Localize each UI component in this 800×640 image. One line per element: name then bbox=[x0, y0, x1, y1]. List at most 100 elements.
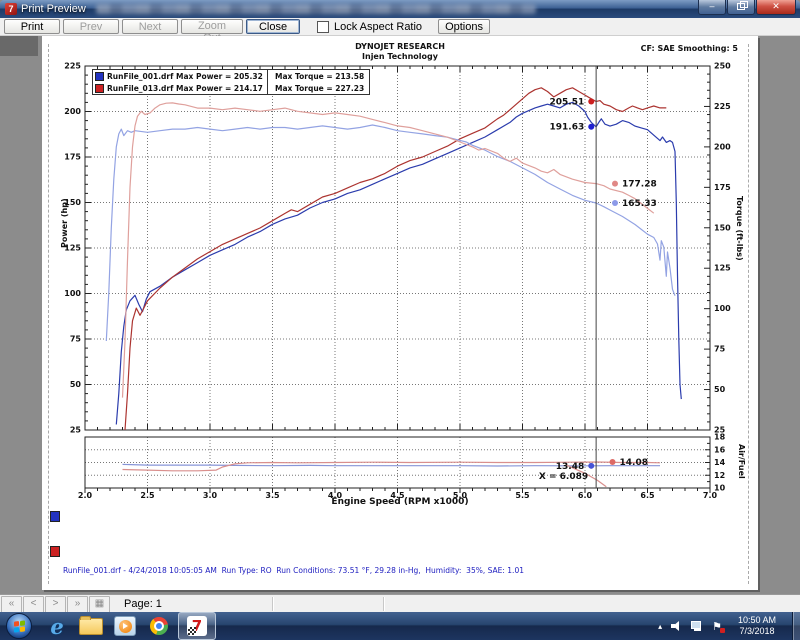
tick-label: 177.28 bbox=[622, 180, 657, 190]
tick-label: 12 bbox=[714, 471, 725, 480]
window-title: Print Preview bbox=[21, 3, 86, 15]
torque-axis-label: Torque (ft-lbs) bbox=[735, 196, 744, 261]
next-button[interactable]: Next bbox=[122, 19, 178, 34]
folder-icon bbox=[79, 618, 103, 635]
titlebar-redacted-text bbox=[96, 4, 536, 14]
legend-file-power: RunFile_013.drf Max Power = 214.17 bbox=[107, 84, 269, 93]
tick-label: 18 bbox=[714, 433, 726, 442]
last-page-button[interactable]: » bbox=[67, 596, 88, 613]
page-margin-line-left bbox=[48, 44, 49, 584]
legend-max-torque: Max Torque = 213.58 bbox=[269, 72, 364, 81]
window-controls: – ✕ bbox=[697, 0, 796, 15]
volume-icon[interactable] bbox=[671, 621, 682, 631]
page-margin-line-right bbox=[748, 44, 749, 584]
minimize-button[interactable]: – bbox=[698, 0, 726, 15]
power-axis-label: Power (hp) bbox=[60, 198, 69, 248]
windows-logo-icon bbox=[14, 620, 25, 632]
tick-label: 14 bbox=[714, 458, 726, 467]
lock-aspect-ratio-label: Lock Aspect Ratio bbox=[334, 21, 422, 33]
tick-label: 75 bbox=[714, 345, 726, 354]
airfuel-axis-label: Air/Fuel bbox=[737, 444, 746, 479]
legend-row-baseline: RunFile_001.drf Max Power = 205.32 Max T… bbox=[93, 70, 369, 82]
marker-dot bbox=[588, 463, 594, 469]
tick-label: 200 bbox=[64, 107, 81, 116]
legend-max-torque: Max Torque = 227.23 bbox=[269, 84, 364, 93]
taskbar-item-internet-explorer[interactable]: e bbox=[40, 612, 74, 640]
tick-label: 100 bbox=[714, 304, 731, 313]
taskbar-item-winpep-active[interactable]: 7 bbox=[178, 612, 216, 640]
taskbar: e 7 ▴ ⚑ 10:50 AM 7/3/2018 bbox=[0, 612, 800, 640]
marker-dot bbox=[588, 98, 594, 104]
close-window-button[interactable]: ✕ bbox=[756, 0, 796, 15]
run-swatch-red bbox=[50, 546, 60, 557]
titlebar: 7 Print Preview – ✕ bbox=[0, 0, 800, 18]
tick-label: 50 bbox=[714, 385, 726, 394]
page-indicator: Page: 1 bbox=[124, 598, 162, 610]
tick-label: 50 bbox=[70, 380, 82, 389]
tick-label: 125 bbox=[714, 264, 731, 273]
taskbar-item-media-player[interactable] bbox=[108, 612, 142, 640]
tick-label: 205.51 bbox=[550, 97, 585, 107]
prev-page-button[interactable]: < bbox=[23, 596, 44, 613]
tick-label: 250 bbox=[714, 62, 731, 71]
winpep-icon: 7 bbox=[187, 616, 207, 636]
tick-label: 200 bbox=[714, 142, 731, 151]
show-desktop-button[interactable] bbox=[792, 612, 800, 640]
series-torque-013 bbox=[123, 103, 654, 398]
tick-label: 191.63 bbox=[550, 123, 585, 133]
preview-area: DYNOJET RESEARCH Injen Technology CF: SA… bbox=[0, 36, 800, 594]
clock-time: 10:50 AM bbox=[732, 615, 782, 626]
chrome-icon bbox=[150, 617, 168, 635]
tick-label: 13.48 bbox=[556, 462, 584, 472]
taskbar-item-chrome[interactable] bbox=[142, 612, 176, 640]
toolbar: Print Prev Next Zoom Out Close Lock Aspe… bbox=[0, 18, 800, 36]
lock-aspect-ratio-checkbox[interactable] bbox=[317, 21, 329, 33]
legend-file-power: RunFile_001.drf Max Power = 205.32 bbox=[107, 72, 269, 81]
close-preview-button[interactable]: Close bbox=[246, 19, 300, 34]
screen: 7 Print Preview – ✕ Print Prev Next Zoom… bbox=[0, 0, 800, 640]
prev-button[interactable]: Prev bbox=[63, 19, 119, 34]
tick-label: X = 6.089 bbox=[539, 472, 588, 482]
tick-label: 175 bbox=[714, 183, 731, 192]
action-center-flag-icon[interactable]: ⚑ bbox=[712, 620, 722, 633]
legend-swatch-red bbox=[95, 84, 104, 93]
app-icon: 7 bbox=[5, 3, 17, 15]
system-tray: ▴ ⚑ 10:50 AM 7/3/2018 bbox=[658, 612, 800, 640]
tick-label: 150 bbox=[714, 223, 731, 232]
marker-dot bbox=[612, 200, 618, 206]
first-page-button[interactable]: « bbox=[1, 596, 22, 613]
statusbar: « < > » ▦ Page: 1 bbox=[0, 594, 800, 613]
media-player-icon bbox=[114, 616, 136, 636]
x-axis-label: Engine Speed (RPM x1000) bbox=[42, 497, 758, 507]
tray-expand-icon[interactable]: ▴ bbox=[658, 622, 662, 631]
marker-dot bbox=[588, 124, 594, 130]
next-page-button[interactable]: > bbox=[45, 596, 66, 613]
print-button[interactable]: Print bbox=[4, 19, 60, 34]
preview-page[interactable]: DYNOJET RESEARCH Injen Technology CF: SA… bbox=[42, 36, 758, 590]
thumbnail-view-button[interactable]: ▦ bbox=[89, 596, 110, 613]
tick-label: 75 bbox=[70, 335, 82, 344]
lock-aspect-ratio-control: Lock Aspect Ratio bbox=[317, 21, 422, 33]
taskbar-item-explorer[interactable] bbox=[74, 612, 108, 640]
restore-icon bbox=[737, 3, 745, 10]
legend-divider bbox=[267, 70, 268, 94]
clock-date: 7/3/2018 bbox=[732, 626, 782, 637]
statusbar-divider bbox=[272, 597, 273, 611]
taskbar-clock[interactable]: 10:50 AM 7/3/2018 bbox=[732, 615, 782, 637]
legend-swatch-blue bbox=[95, 72, 104, 81]
preview-corner bbox=[0, 36, 38, 56]
tick-label: 16 bbox=[714, 445, 726, 454]
options-button[interactable]: Options bbox=[438, 19, 490, 34]
restore-button[interactable] bbox=[727, 0, 755, 15]
tick-label: 225 bbox=[64, 62, 81, 71]
marker-dot bbox=[612, 181, 618, 187]
zoom-out-button[interactable]: Zoom Out bbox=[181, 19, 243, 34]
tick-label: 100 bbox=[64, 289, 81, 298]
chart-legend: RunFile_001.drf Max Power = 205.32 Max T… bbox=[92, 69, 370, 95]
tick-label: 14.08 bbox=[620, 458, 648, 468]
start-button[interactable] bbox=[6, 613, 32, 639]
statusbar-divider bbox=[383, 597, 384, 611]
internet-explorer-icon: e bbox=[50, 614, 63, 639]
tick-label: 225 bbox=[714, 102, 731, 111]
network-icon[interactable] bbox=[691, 621, 703, 631]
